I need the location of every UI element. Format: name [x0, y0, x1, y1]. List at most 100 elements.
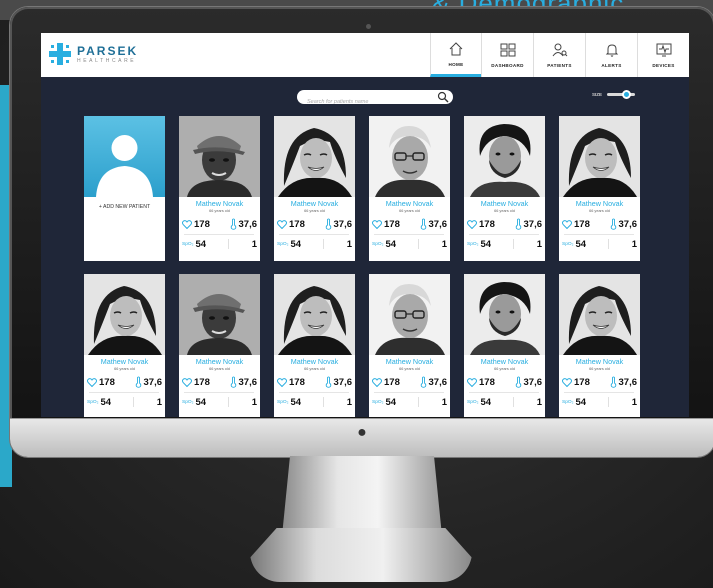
patient-name[interactable]: Mathew Novak [179, 357, 260, 366]
search-input[interactable] [297, 95, 437, 109]
spo2-label: SpO₂ [182, 241, 194, 247]
vitals-row: 178 37,6 [467, 374, 542, 390]
heart-icon [182, 219, 192, 229]
patient-card[interactable]: Mathew Novak 66 years old 178 37,6 SpO₂ 54 1 [274, 116, 355, 261]
alert-count: 1 [536, 396, 542, 408]
spo2-value: 54 [575, 396, 587, 408]
home-icon [449, 41, 463, 55]
patient-name[interactable]: Mathew Novak [369, 199, 450, 208]
spo2-row: SpO₂ 54 1 [182, 237, 257, 251]
heart-icon [87, 377, 97, 387]
patient-age: 66 years old [589, 367, 610, 371]
spo2-divider [513, 397, 515, 407]
size-slider[interactable] [607, 90, 636, 99]
patient-age: 66 years old [399, 209, 420, 213]
add-patient-label: + ADD NEW PATIENT [98, 204, 151, 210]
heart-rate-value: 178 [384, 218, 400, 230]
patient-card[interactable]: Mathew Novak 66 years old 178 37,6 SpO₂ 54 1 [84, 274, 165, 417]
nav-patients[interactable]: PATIENTS [533, 33, 585, 77]
thermometer-icon [610, 376, 616, 388]
patient-name[interactable]: Mathew Novak [464, 357, 545, 366]
thermometer-icon [230, 376, 236, 388]
patient-name[interactable]: Mathew Novak [559, 357, 640, 366]
patient-card[interactable]: Mathew Novak 66 years old 178 37,6 SpO₂ 54 1 [369, 274, 450, 417]
patient-photo [274, 274, 355, 355]
patient-name[interactable]: Mathew Novak [179, 199, 260, 208]
monitor-stand-neck [282, 456, 442, 536]
dashboard-icon [500, 43, 515, 57]
patient-name[interactable]: Mathew Novak [274, 199, 355, 208]
heart-rate: 178 [372, 219, 400, 230]
temperature: 37,6 [515, 218, 543, 230]
patient-age: 66 years old [304, 209, 325, 213]
patient-name[interactable]: Mathew Novak [369, 357, 450, 366]
heart-rate: 178 [467, 219, 495, 230]
vitals-row: 178 37,6 [87, 374, 162, 390]
patient-card[interactable]: Mathew Novak 66 years old 178 37,6 SpO₂ 54 1 [559, 274, 640, 417]
heart-rate-value: 178 [574, 376, 590, 388]
add-patient-photo [84, 116, 165, 197]
patient-name[interactable]: Mathew Novak [84, 357, 165, 366]
heart-rate: 178 [87, 377, 115, 388]
heart-icon [562, 219, 572, 229]
nav-alerts[interactable]: ALERTS [585, 33, 637, 77]
spo2-row: SpO₂ 54 1 [372, 395, 447, 409]
monitor-heartbeat-icon [656, 43, 671, 57]
patient-photo [559, 274, 640, 355]
heart-icon [372, 377, 382, 387]
patient-card[interactable]: Mathew Novak 66 years old 178 37,6 SpO₂ 54 1 [179, 116, 260, 261]
patient-photo [369, 274, 450, 355]
alert-count: 1 [536, 238, 542, 250]
temperature-value: 37,6 [618, 218, 638, 230]
spo2-divider [133, 397, 135, 407]
temperature: 37,6 [230, 218, 257, 230]
search-icon[interactable] [437, 91, 449, 103]
vitals-row: 178 37,6 [372, 374, 447, 390]
patient-card[interactable]: Mathew Novak 66 years old 178 37,6 SpO₂ 54 1 [464, 116, 545, 261]
card-divider [374, 392, 444, 393]
heart-rate-value: 178 [194, 218, 210, 230]
alert-count: 1 [346, 238, 352, 250]
thermometer-icon [135, 376, 141, 388]
spo2-row: SpO₂ 54 1 [467, 395, 542, 409]
temperature-value: 37,6 [523, 218, 543, 230]
nav-home[interactable]: HOME [430, 33, 481, 77]
alert-count: 1 [251, 396, 257, 408]
patient-age: 66 years old [494, 209, 515, 213]
search-bar [297, 90, 453, 109]
add-patient-card[interactable]: + ADD NEW PATIENT [84, 116, 165, 261]
heart-icon [277, 377, 287, 387]
temperature-value: 37,6 [143, 376, 163, 388]
patient-card[interactable]: Mathew Novak 66 years old 178 37,6 SpO₂ 54 1 [274, 274, 355, 417]
spo2-label: SpO₂ [467, 241, 479, 247]
temperature: 37,6 [325, 218, 352, 230]
temperature-value: 37,6 [333, 376, 353, 388]
alert-count: 1 [631, 396, 637, 408]
patient-photo [464, 274, 545, 355]
temperature-value: 37,6 [238, 376, 258, 388]
camera-icon [366, 24, 371, 29]
size-slider-knob[interactable] [622, 90, 632, 99]
patient-name[interactable]: Mathew Novak [559, 199, 640, 208]
patient-photo [84, 274, 165, 355]
patient-card[interactable]: Mathew Novak 66 years old 178 37,6 SpO₂ 54 1 [559, 116, 640, 261]
patient-age: 66 years old [399, 367, 420, 371]
heart-rate: 178 [277, 219, 305, 230]
spo2-label: SpO₂ [87, 399, 99, 405]
patient-name[interactable]: Mathew Novak [464, 199, 545, 208]
nav-devices[interactable]: DEVICES [637, 33, 689, 77]
spo2-row: SpO₂ 54 1 [182, 395, 257, 409]
card-divider [89, 392, 159, 393]
patient-name[interactable]: Mathew Novak [274, 357, 355, 366]
spo2-value: 54 [195, 396, 207, 408]
nav-dashboard[interactable]: DASHBOARD [481, 33, 533, 77]
brand-logo[interactable]: PARSEK HEALTHCARE [49, 43, 138, 65]
patient-card[interactable]: Mathew Novak 66 years old 178 37,6 SpO₂ 54 1 [179, 274, 260, 417]
card-divider [184, 392, 254, 393]
patient-photo [464, 116, 545, 197]
patient-age: 66 years old [589, 209, 610, 213]
monitor-stand-foot [250, 528, 472, 582]
patient-card[interactable]: Mathew Novak 66 years old 178 37,6 SpO₂ 54 1 [464, 274, 545, 417]
heart-icon [467, 377, 477, 387]
patient-card[interactable]: Mathew Novak 66 years old 178 37,6 SpO₂ 54 1 [369, 116, 450, 261]
